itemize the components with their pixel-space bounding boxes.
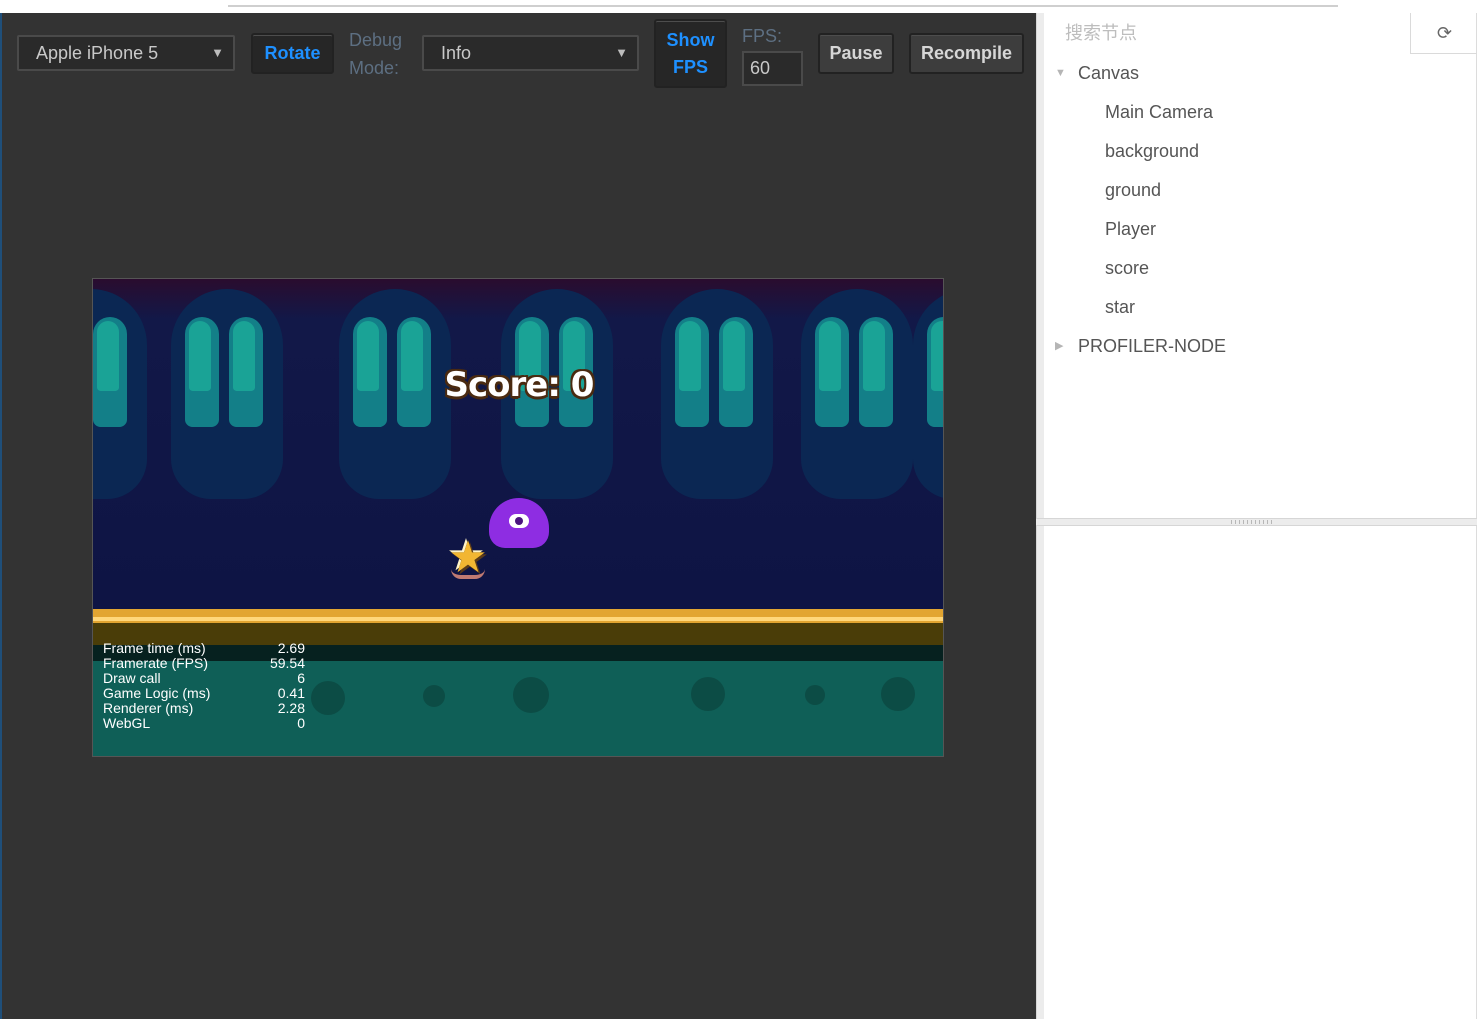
tree-node-score[interactable]: score bbox=[1044, 249, 1477, 288]
stat-label: Renderer (ms) bbox=[103, 700, 194, 716]
recompile-button-label: Recompile bbox=[920, 43, 1013, 63]
debug-mode-select[interactable]: Info ▼ bbox=[422, 35, 639, 71]
properties-panel bbox=[1044, 526, 1477, 1019]
stat-label: WebGL bbox=[103, 715, 151, 731]
device-select[interactable]: Apple iPhone 5 ▼ bbox=[17, 35, 235, 71]
show-fps-line1: Show bbox=[666, 29, 715, 50]
device-select-value: Apple iPhone 5 bbox=[36, 43, 159, 63]
eye-icon bbox=[509, 514, 529, 528]
caret-right-icon[interactable]: ▶ bbox=[1055, 327, 1063, 366]
rotate-button[interactable]: Rotate bbox=[251, 33, 334, 74]
node-tree: ▼ Canvas Main Camera background ground P… bbox=[1044, 54, 1477, 366]
show-fps-button[interactable]: Show FPS bbox=[654, 19, 727, 88]
pause-button[interactable]: Pause bbox=[818, 33, 894, 74]
tree-node-profiler-node[interactable]: ▶ PROFILER-NODE bbox=[1044, 327, 1477, 366]
stat-row: Draw call 6 bbox=[103, 671, 305, 686]
fps-label: FPS: bbox=[742, 26, 783, 46]
stat-row: Frame time (ms) 2.69 bbox=[103, 641, 305, 656]
app-root: Apple iPhone 5 ▼ Rotate Debug Mode: Info… bbox=[0, 0, 1484, 1020]
ground-highlight bbox=[93, 617, 943, 621]
pause-button-label: Pause bbox=[829, 43, 883, 63]
stat-row: WebGL 0 bbox=[103, 716, 305, 731]
debug-mode-label-line2: Mode: bbox=[349, 58, 400, 78]
stat-value: 6 bbox=[297, 670, 305, 686]
stat-label: Framerate (FPS) bbox=[103, 655, 209, 671]
stat-label: Draw call bbox=[103, 670, 161, 686]
refresh-icon: ⟳ bbox=[1436, 23, 1453, 44]
tree-node-star[interactable]: star bbox=[1044, 288, 1477, 327]
node-search-input[interactable] bbox=[1044, 13, 1411, 54]
right-edge bbox=[1477, 13, 1484, 1019]
rotate-button-label: Rotate bbox=[264, 43, 321, 63]
stat-label: Game Logic (ms) bbox=[103, 685, 211, 701]
caret-down-icon[interactable]: ▼ bbox=[1055, 54, 1066, 93]
ground-pebble bbox=[513, 677, 549, 713]
debug-mode-select-value: Info bbox=[441, 43, 472, 63]
recompile-button[interactable]: Recompile bbox=[909, 33, 1024, 74]
chevron-down-icon: ▼ bbox=[615, 45, 628, 60]
tree-node-label: PROFILER-NODE bbox=[1078, 336, 1227, 356]
tree-node-player[interactable]: Player bbox=[1044, 210, 1477, 249]
stat-row: Framerate (FPS) 59.54 bbox=[103, 656, 305, 671]
tree-node-label: Player bbox=[1105, 219, 1157, 239]
stat-label: Frame time (ms) bbox=[103, 640, 206, 656]
vertical-splitter[interactable] bbox=[1036, 13, 1044, 1019]
top-rule bbox=[0, 0, 1484, 13]
game-background bbox=[93, 279, 943, 609]
tree-node-label: score bbox=[1105, 258, 1150, 278]
tree-node-label: background bbox=[1105, 141, 1200, 161]
profiler-stats: Frame time (ms) 2.69 Framerate (FPS) 59.54… bbox=[103, 641, 305, 731]
debug-mode-label: Debug Mode: bbox=[349, 26, 402, 82]
ground-pebble bbox=[805, 685, 825, 705]
tree-node-ground[interactable]: ground bbox=[1044, 171, 1477, 210]
show-fps-line2: FPS bbox=[672, 56, 708, 77]
refresh-button[interactable]: ⟳ bbox=[1412, 13, 1477, 54]
stat-value: 2.69 bbox=[277, 640, 305, 656]
stat-row: Game Logic (ms) 0.41 bbox=[103, 686, 305, 701]
node-search-bar: ⟳ bbox=[1044, 13, 1477, 54]
star-icon: ★ bbox=[448, 532, 488, 583]
node-tree-panel: ⟳ ▼ Canvas Main Camera background ground… bbox=[1044, 13, 1477, 518]
tree-node-label: ground bbox=[1105, 180, 1162, 200]
tree-node-label: star bbox=[1105, 297, 1136, 317]
splitter-grip[interactable] bbox=[1231, 520, 1275, 524]
game-canvas[interactable]: Score: 0 ★ Frame time (ms) 2.69 Framerate… bbox=[92, 278, 944, 757]
horizontal-splitter[interactable] bbox=[1036, 518, 1477, 526]
tree-node-background[interactable]: background bbox=[1044, 132, 1477, 171]
stat-value: 0.41 bbox=[277, 685, 305, 701]
chevron-down-icon: ▼ bbox=[211, 45, 224, 60]
tree-node-main-camera[interactable]: Main Camera bbox=[1044, 93, 1477, 132]
stat-value: 59.54 bbox=[269, 655, 305, 671]
stat-value: 2.28 bbox=[277, 700, 305, 716]
ground-pebble bbox=[423, 685, 445, 707]
fps-input[interactable]: 60 bbox=[742, 51, 803, 86]
tree-node-label: Main Camera bbox=[1105, 102, 1214, 122]
ground-pebble bbox=[311, 681, 345, 715]
ground-pebble bbox=[881, 677, 915, 711]
debug-mode-label-line1: Debug bbox=[349, 30, 403, 50]
tree-node-label: Canvas bbox=[1078, 63, 1140, 83]
score-label: Score: 0 bbox=[444, 365, 595, 405]
ground-pebble bbox=[691, 677, 725, 711]
stat-value: 0 bbox=[297, 715, 305, 731]
tree-node-canvas[interactable]: ▼ Canvas bbox=[1044, 54, 1477, 93]
stat-row: Renderer (ms) 2.28 bbox=[103, 701, 305, 716]
